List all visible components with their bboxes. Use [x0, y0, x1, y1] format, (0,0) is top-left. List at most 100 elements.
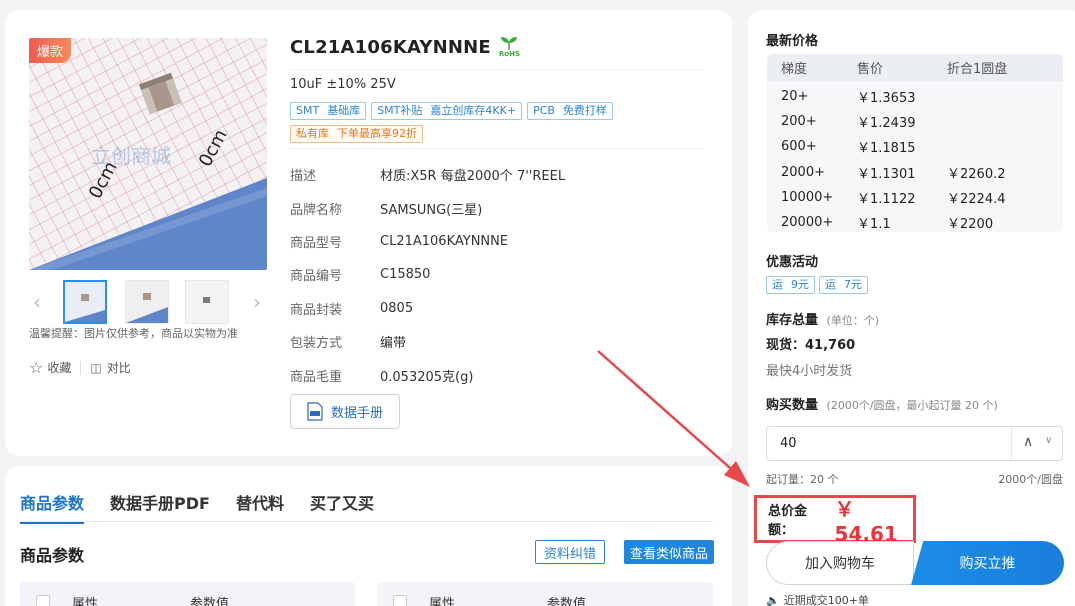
- collect-button[interactable]: 收藏: [47, 359, 71, 376]
- tier-qty: 20+: [781, 89, 809, 105]
- stock-unit-note: (单位：个): [826, 314, 880, 327]
- tag-text: 下单最高享92折: [337, 127, 417, 140]
- tab-datasheet-pdf[interactable]: 数据手册PDF: [110, 490, 210, 524]
- tag-text: SMT: [296, 104, 320, 117]
- stock-label: 现货：: [766, 338, 806, 353]
- tier-price: ￥1.2439: [857, 116, 916, 132]
- price-tier-row: 2000+ ￥1.1301 ￥2260.2: [767, 160, 1063, 185]
- select-all-checkbox[interactable]: [36, 595, 50, 606]
- ship-note: 最快4小时发货: [766, 364, 853, 379]
- attribute-key: 商品封装: [290, 302, 343, 318]
- attribute-value: 0805: [380, 300, 414, 316]
- quantity-title: 购买数量: [766, 398, 819, 413]
- add-to-cart-button[interactable]: 加入购物车: [766, 541, 914, 585]
- quantity-input[interactable]: 40: [780, 436, 797, 451]
- attribute-value: 0.053205克(g): [380, 369, 474, 385]
- per-reel-text: 2000个/圆盘: [998, 473, 1063, 486]
- chevron-left-icon[interactable]: ‹: [33, 290, 41, 314]
- attribute-key: 品牌名称: [290, 202, 343, 218]
- attribute-key: 商品毛重: [290, 369, 343, 385]
- shipping-coupon-tag[interactable]: 运 9元: [766, 276, 815, 294]
- compare-icon[interactable]: ◫: [90, 361, 101, 375]
- similar-products-button[interactable]: 查看类似商品: [624, 540, 714, 564]
- price-tier-row: 600+ ￥1.1815: [767, 134, 1063, 159]
- datasheet-button[interactable]: 数据手册: [290, 394, 400, 429]
- collect-compare-bar: ☆ 收藏 ◫ 对比: [29, 358, 131, 377]
- recent-sales: 🔈 近期成交100+单: [766, 592, 869, 606]
- tag-text: 9元: [791, 278, 809, 291]
- tag-smt-subsidy[interactable]: SMT补贴 嘉立创库存4KK+: [371, 102, 523, 120]
- tier-price: ￥1.1815: [857, 141, 916, 157]
- buy-now-button[interactable]: 购买立推: [911, 541, 1064, 585]
- select-all-checkbox[interactable]: [393, 595, 407, 606]
- stock-title-row: 库存总量 (单位：个): [766, 309, 879, 328]
- shipping-coupon-tag[interactable]: 运 7元: [819, 276, 868, 294]
- price-table-header: 梯度 售价 折合1圆盘: [767, 54, 1063, 81]
- moq-row: 起订量：20 个 2000个/圆盘: [766, 471, 1063, 487]
- tag-text: 免费打样: [562, 104, 607, 117]
- tier-price: ￥1.3653: [857, 91, 916, 107]
- tag-smt-basic[interactable]: SMT 基础库: [290, 102, 367, 120]
- product-title: CL21A106KAYNNNE: [290, 36, 491, 58]
- tag-pcb[interactable]: PCB 免费打样: [527, 102, 613, 120]
- attribute-value: C15850: [380, 267, 431, 283]
- attribute-value: 编带: [380, 336, 407, 352]
- chevron-down-icon[interactable]: ∨: [1045, 435, 1052, 446]
- price-tier-row: 20000+ ￥1.1 ￥2200: [767, 210, 1063, 235]
- tag-text: PCB: [533, 104, 555, 117]
- product-main-image[interactable]: 立创商城 0cm 0cm 爆款: [29, 38, 267, 270]
- tag-text: 7元: [844, 278, 862, 291]
- attribute-row: 商品编号 C15850: [290, 258, 565, 291]
- private-tags: 私有库 下单最高享92折: [290, 125, 423, 143]
- promo-tags: 运 9元 运 7元: [766, 276, 868, 294]
- tier-qty: 200+: [781, 114, 817, 130]
- thumbnail-image: [126, 281, 168, 323]
- detail-tabs-card: 商品参数 数据手册PDF 替代料 买了又买 商品参数 资料纠错 查看类似商品 属…: [5, 466, 732, 606]
- tag-text: 嘉立创库存4KK+: [430, 104, 517, 117]
- price-tier-row: 20+ ￥1.3653: [767, 84, 1063, 109]
- total-label: 总价金额：: [768, 504, 808, 538]
- quantity-stepper[interactable]: 40 ∧ ∨: [766, 426, 1063, 461]
- divider: [20, 521, 713, 522]
- report-error-button[interactable]: 资料纠错: [535, 540, 605, 564]
- product-title-row: CL21A106KAYNNNE RoHS: [290, 36, 520, 59]
- thumbnail-1[interactable]: [63, 280, 107, 324]
- column-header-attr: 属性: [429, 596, 456, 606]
- total-price-highlight: 总价金额： ￥ 54.61: [754, 495, 916, 546]
- stock-value: 41,760: [805, 338, 856, 353]
- compare-button[interactable]: 对比: [107, 359, 131, 376]
- attribute-key: 商品型号: [290, 235, 343, 251]
- price-tier-row: 200+ ￥1.2439: [767, 109, 1063, 134]
- chevron-right-icon[interactable]: ›: [253, 290, 261, 314]
- attribute-row: 商品封装 0805: [290, 292, 565, 325]
- leaf-icon: [501, 37, 518, 50]
- column-header-attr: 属性: [72, 596, 99, 606]
- image-disclaimer: 温馨提醒：图片仅供参考，商品以实物为准: [29, 327, 238, 340]
- attribute-value: 材质:X5R 每盘2000个 7''REEL: [380, 169, 566, 185]
- service-tags: SMT 基础库 SMT补贴 嘉立创库存4KK+ PCB 免费打样: [290, 102, 613, 120]
- rohs-label: RoHS: [498, 50, 521, 58]
- rohs-badge: RoHS: [499, 36, 520, 58]
- tag-text: 私有库: [296, 127, 329, 140]
- tag-private-library[interactable]: 私有库 下单最高享92折: [290, 125, 423, 143]
- attribute-key: 商品编号: [290, 269, 343, 285]
- thumbnail-2[interactable]: [125, 280, 169, 324]
- star-icon[interactable]: ☆: [29, 358, 43, 377]
- divider: [80, 360, 82, 375]
- divider: [290, 148, 704, 149]
- tab-alternatives[interactable]: 替代料: [236, 490, 284, 524]
- thumbnail-3[interactable]: [185, 280, 229, 324]
- tab-also-bought[interactable]: 买了又买: [310, 490, 374, 524]
- thumbnail-image: [65, 282, 105, 322]
- stock-row: 现货：41,760: [766, 334, 855, 353]
- tier-reel-price: ￥2200: [947, 217, 994, 233]
- chevron-up-icon[interactable]: ∧: [1023, 434, 1033, 450]
- tier-price: ￥1.1122: [857, 191, 916, 207]
- purchase-panel: 最新价格 梯度 售价 折合1圆盘 20+ ￥1.3653 200+ ￥1.2439 …: [748, 10, 1075, 606]
- stock-title: 库存总量: [766, 313, 819, 328]
- tab-params[interactable]: 商品参数: [20, 490, 85, 524]
- moq-text: 起订量：20 个: [766, 473, 839, 486]
- param-table-header: 属性 参数值: [20, 582, 355, 606]
- column-header-value: 参数值: [547, 596, 587, 606]
- tier-price: ￥1.1301: [857, 166, 916, 182]
